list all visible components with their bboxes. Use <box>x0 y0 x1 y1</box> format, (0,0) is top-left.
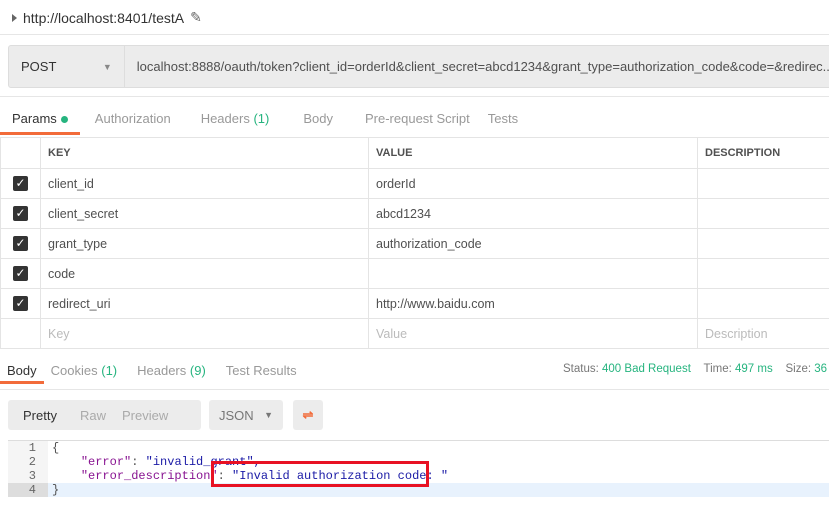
tab-test-results[interactable]: Test Results <box>213 363 304 384</box>
view-mode-group: Pretty Raw Preview <box>8 400 201 430</box>
pretty-button[interactable]: Pretty <box>8 408 65 423</box>
param-row: ✓ redirect_uri http://www.baidu.com <box>0 288 829 319</box>
size-value: 36 <box>814 363 828 375</box>
json-key: "error_description" <box>80 469 218 483</box>
code-text: { <box>52 441 60 455</box>
time-value: 497 ms <box>735 363 773 375</box>
edit-icon[interactable]: ✎ <box>190 9 202 26</box>
param-value[interactable]: authorization_code <box>368 228 698 259</box>
check-icon: ✓ <box>13 176 28 191</box>
param-key[interactable]: client_id <box>40 168 369 199</box>
line-number: 2 <box>8 455 48 469</box>
status-label: Status: <box>563 363 599 375</box>
param-row: ✓ client_secret abcd1234 <box>0 198 829 229</box>
line-number: 4 <box>8 483 48 497</box>
param-description[interactable] <box>697 168 829 199</box>
header-check <box>0 137 41 169</box>
param-description[interactable] <box>697 198 829 229</box>
line-number: 1 <box>8 441 48 455</box>
param-description[interactable] <box>697 258 829 289</box>
check-icon: ✓ <box>13 206 28 221</box>
expand-icon[interactable] <box>12 13 17 22</box>
chevron-down-icon: ▼ <box>102 61 112 72</box>
tab-tests[interactable]: Tests <box>482 110 530 135</box>
param-checkbox[interactable]: ✓ <box>0 168 41 199</box>
json-key: "error" <box>80 455 132 469</box>
check-icon: ✓ <box>13 236 28 251</box>
param-value[interactable]: http://www.baidu.com <box>368 288 698 319</box>
method-select[interactable]: POST ▼ <box>9 46 125 87</box>
tab-body[interactable]: Body <box>281 110 345 135</box>
param-key[interactable]: grant_type <box>40 228 369 259</box>
url-bar: POST ▼ localhost:8888/oauth/token?client_… <box>8 45 829 88</box>
header-description: DESCRIPTION <box>697 137 829 169</box>
value-input[interactable]: Value <box>368 318 698 349</box>
tab-label: Params <box>12 111 57 126</box>
header-key: KEY <box>40 137 369 169</box>
tab-headers[interactable]: Headers (1) <box>183 110 282 135</box>
divider <box>0 34 829 35</box>
method-label: POST <box>21 59 57 74</box>
line-number: 3 <box>8 469 48 483</box>
param-key[interactable]: client_secret <box>40 198 369 229</box>
description-input[interactable]: Description <box>697 318 829 349</box>
request-tabs: Params Authorization Headers (1) Body Pr… <box>0 110 530 135</box>
format-label: JSON <box>219 407 254 423</box>
param-value[interactable]: orderId <box>368 168 698 199</box>
param-row: ✓ client_id orderId <box>0 168 829 199</box>
size-label: Size: <box>785 363 812 375</box>
wrap-lines-icon[interactable]: ⇌ <box>293 400 323 430</box>
tab-label: Headers <box>137 363 187 378</box>
tab-count: (1) <box>253 111 270 126</box>
tab-authorization[interactable]: Authorization <box>80 110 183 135</box>
raw-button[interactable]: Raw <box>65 408 114 423</box>
request-title[interactable]: http://localhost:8401/testA ✎ <box>12 9 202 26</box>
param-description[interactable] <box>697 228 829 259</box>
check-icon: ✓ <box>13 296 28 311</box>
param-key[interactable]: code <box>40 258 369 289</box>
response-meta: Status: 400 Bad Request Time: 497 ms Siz… <box>563 363 827 375</box>
url-input[interactable]: localhost:8888/oauth/token?client_id=ord… <box>125 46 829 87</box>
status-value: 400 Bad Request <box>602 363 691 375</box>
key-input[interactable]: Key <box>40 318 369 349</box>
tab-pre-request-script[interactable]: Pre-request Script <box>345 110 482 135</box>
active-dot-icon <box>60 116 68 123</box>
divider <box>0 389 829 390</box>
code-line: 1{ <box>8 441 829 455</box>
preview-button[interactable]: Preview <box>114 408 176 423</box>
param-description[interactable] <box>697 288 829 319</box>
tab-cookies[interactable]: Cookies (1) <box>44 363 124 384</box>
param-checkbox[interactable]: ✓ <box>0 228 41 259</box>
param-checkbox[interactable]: ✓ <box>0 258 41 289</box>
tab-label: Cookies <box>50 363 98 378</box>
format-select[interactable]: JSON ▼ <box>209 400 283 430</box>
param-row: ✓ code <box>0 258 829 289</box>
tab-label: Headers <box>200 111 250 126</box>
response-tabs: Body Cookies (1) Headers (9) Test Result… <box>0 363 304 384</box>
tab-count: (1) <box>101 363 118 378</box>
param-row: ✓ grant_type authorization_code <box>0 228 829 259</box>
tab-response-headers[interactable]: Headers (9) <box>124 363 213 384</box>
param-value[interactable]: abcd1234 <box>368 198 698 229</box>
empty-check <box>0 318 41 349</box>
divider <box>0 96 829 97</box>
param-checkbox[interactable]: ✓ <box>0 288 41 319</box>
tab-params[interactable]: Params <box>0 110 80 135</box>
time-label: Time: <box>703 363 732 375</box>
params-table: KEY VALUE DESCRIPTION ✓ client_id orderId ✓ cl… <box>0 137 829 349</box>
param-value[interactable] <box>368 258 698 289</box>
tab-count: (9) <box>189 363 206 378</box>
highlight-box <box>211 461 429 487</box>
param-checkbox[interactable]: ✓ <box>0 198 41 229</box>
param-key[interactable]: redirect_uri <box>40 288 369 319</box>
header-value: VALUE <box>368 137 698 169</box>
chevron-down-icon: ▼ <box>264 410 273 420</box>
tab-response-body[interactable]: Body <box>0 363 44 384</box>
code-text: } <box>52 483 60 497</box>
check-icon: ✓ <box>13 266 28 281</box>
request-name: http://localhost:8401/testA <box>23 9 185 26</box>
